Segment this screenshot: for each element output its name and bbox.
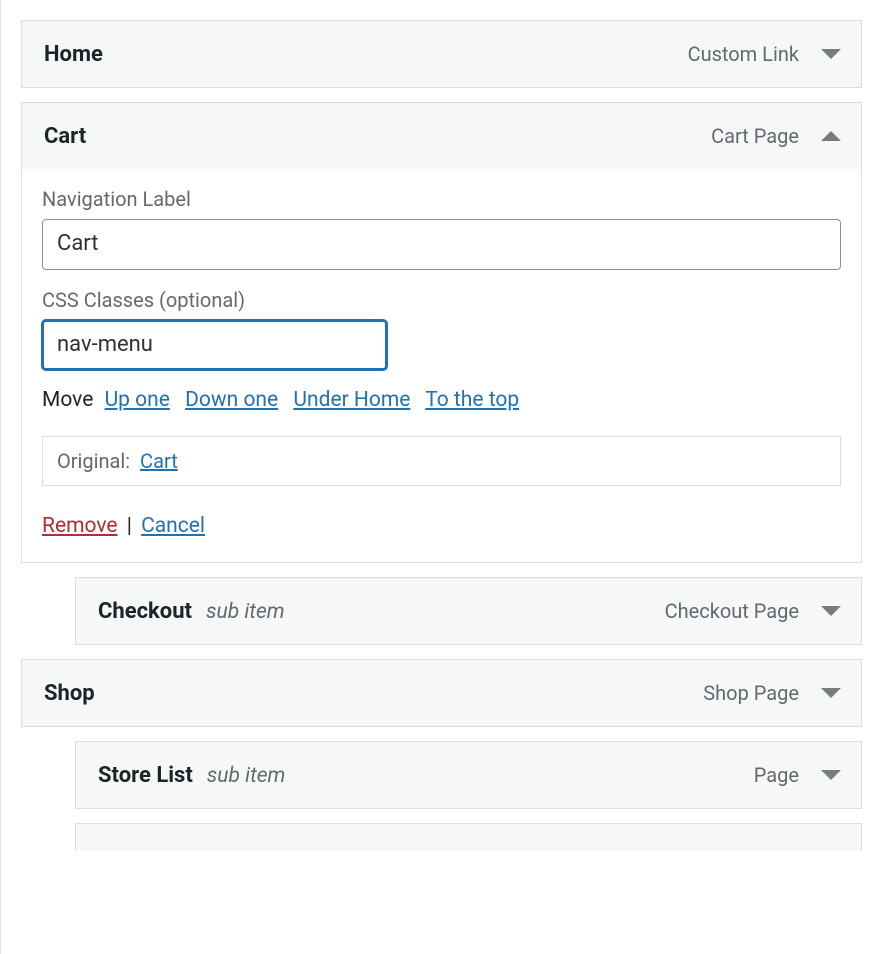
menu-item-title: Store List	[98, 763, 193, 788]
chevron-down-icon	[821, 688, 841, 698]
item-actions: Remove | Cancel	[42, 514, 841, 538]
menu-item-header[interactable]: Shop Shop Page	[22, 660, 861, 726]
menu-item-type: Cart Page	[711, 124, 799, 148]
menu-item-shop: Shop Shop Page	[21, 659, 862, 727]
menu-item-type: Page	[754, 763, 799, 787]
menu-item-type: Custom Link	[688, 42, 799, 66]
menu-item-home: Home Custom Link	[21, 20, 862, 88]
chevron-up-icon	[821, 131, 841, 141]
move-row: Move Up one Down one Under Home To the t…	[42, 388, 841, 412]
remove-link[interactable]: Remove	[42, 514, 118, 538]
menu-item-cart: Cart Cart Page Navigation Label CSS Clas…	[21, 102, 862, 563]
menu-item-title: Shop	[44, 681, 95, 706]
chevron-down-icon	[821, 606, 841, 616]
navigation-label-label: Navigation Label	[42, 187, 841, 211]
chevron-down-icon	[821, 49, 841, 59]
original-box: Original: Cart	[42, 436, 841, 486]
move-to-top-link[interactable]: To the top	[425, 388, 519, 412]
move-label: Move	[42, 388, 93, 412]
menu-item-title: Home	[44, 42, 103, 67]
menu-item-title: Cart	[44, 124, 86, 149]
cancel-link[interactable]: Cancel	[141, 514, 205, 538]
action-separator: |	[127, 514, 132, 538]
original-link[interactable]: Cart	[140, 449, 178, 473]
menu-item-body: Navigation Label CSS Classes (optional) …	[22, 169, 861, 562]
menu-item-subtext: sub item	[206, 600, 285, 624]
menu-item-header[interactable]: Home Custom Link	[22, 21, 861, 87]
chevron-down-icon	[821, 770, 841, 780]
css-classes-label: CSS Classes (optional)	[42, 288, 841, 312]
menu-item-subtext: sub item	[207, 764, 286, 788]
menu-item-header[interactable]: Cart Cart Page	[22, 103, 861, 169]
move-up-one-link[interactable]: Up one	[105, 388, 170, 412]
menu-item-type: Checkout Page	[665, 599, 799, 623]
menu-item-store-list: Store List sub item Page	[75, 741, 862, 809]
move-under-home-link[interactable]: Under Home	[293, 388, 410, 412]
menu-item-checkout: Checkout sub item Checkout Page	[75, 577, 862, 645]
menu-item-title: Checkout	[98, 599, 192, 624]
original-label: Original:	[57, 449, 130, 473]
navigation-label-input[interactable]	[42, 219, 841, 270]
menu-item-header[interactable]: Checkout sub item Checkout Page	[76, 578, 861, 644]
move-down-one-link[interactable]: Down one	[185, 388, 278, 412]
menu-item-header[interactable]: Store List sub item Page	[76, 742, 861, 808]
menu-item-type: Shop Page	[703, 681, 799, 705]
css-classes-input[interactable]	[42, 320, 387, 371]
menu-item-partial	[75, 823, 862, 851]
